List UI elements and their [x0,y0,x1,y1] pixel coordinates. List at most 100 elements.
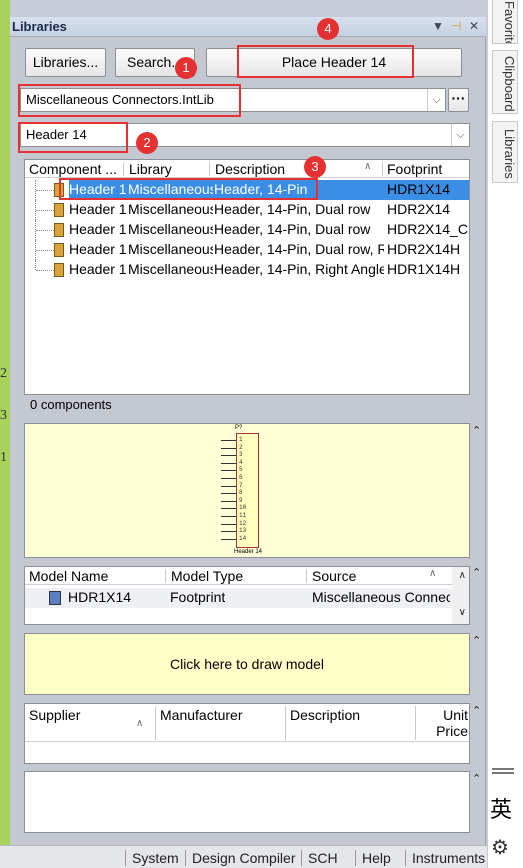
pin-number: 3 [239,451,243,459]
pin-line [221,523,236,525]
cell-description: Header, 14-Pin, Dual row [214,221,371,237]
scroll-down-icon[interactable]: ∨ [459,607,466,618]
pin-line [221,508,236,510]
component-icon [54,203,64,217]
pin-icon[interactable]: ⊣ [451,19,461,33]
cell-model-type: Footprint [170,589,226,605]
chevron-down-icon[interactable]: ⌵ [427,89,445,111]
highlight-filter-input [18,122,128,153]
cell-name: Header 14 [69,221,127,237]
col-source[interactable]: Source [312,568,356,584]
components-header: Component ... Library Description ∧ Foot… [25,160,469,178]
suppliers-table[interactable]: Supplier ∧ Manufacturer Description Unit… [24,703,470,764]
component-count: 0 components [30,397,112,412]
pin-line [221,485,236,487]
cell-footprint: HDR2X14H [387,241,461,257]
cell-model-name: HDR1X14 [68,589,132,605]
tab-clipboard[interactable]: Clipboard [492,50,518,114]
table-row[interactable]: HDR1X14 Footprint Miscellaneous Connecto… [25,588,469,608]
pin-line [221,447,236,449]
pin-number: 5 [239,466,243,474]
status-bar: System Design Compiler SCH Help Instrume… [0,845,487,868]
editor-edge: 2 3 1 [0,0,10,845]
table-row[interactable]: Header 14 Miscellaneous Connectors.IntLi… [25,240,469,260]
collapse-icon[interactable]: ⌃ [472,566,481,579]
scroll-up-icon[interactable]: ∧ [459,570,466,581]
badge-4: 4 [317,18,339,40]
cell-library: Miscellaneous Connectors.IntLib [128,221,213,237]
badge-3: 3 [304,156,326,178]
col-description[interactable]: Description [215,161,285,177]
models-table[interactable]: Model Name Model Type Source ∧ HDR1X14 F… [24,566,470,625]
symbol-preview[interactable]: P? Header 14 1 2 3 4 5 6 7 8 9 10 11 12 13 14 [24,423,470,558]
libraries-button[interactable]: Libraries... [25,48,106,77]
status-tab-instruments[interactable]: Instruments [405,850,485,866]
editor-marker: 1 [0,450,7,465]
collapse-icon[interactable]: ⌃ [472,634,481,647]
pin-line [221,538,236,540]
pin-number: 11 [239,512,247,519]
col-footprint[interactable]: Footprint [387,161,442,177]
table-row[interactable]: Header 14 Miscellaneous Connectors.IntLi… [25,260,469,280]
pin-line [221,531,236,533]
col-library[interactable]: Library [129,161,172,177]
col-model-type[interactable]: Model Type [171,568,243,584]
pin-number: 6 [239,474,243,481]
cell-name: Header 14 [69,241,127,257]
col-model-name[interactable]: Model Name [29,568,108,584]
pin-number: 10 [239,504,247,512]
pin-line [221,470,236,472]
col-component[interactable]: Component ... [29,161,117,177]
pin-line [221,462,236,464]
part-label: Header 14 [234,549,263,555]
draw-model-area[interactable]: Click here to draw model [24,633,470,695]
table-row[interactable]: Header 14 Miscellaneous Connectors.IntLi… [25,220,469,240]
pin-number: 7 [239,481,243,489]
status-tab-sch[interactable]: SCH [301,850,338,866]
status-tab-design-compiler[interactable]: Design Compiler [185,850,295,866]
col-manufacturer[interactable]: Manufacturer [160,707,242,723]
tab-libraries[interactable]: Libraries [492,121,518,183]
pin-line [221,516,236,517]
cell-source: Miscellaneous Connectors.IntLib [312,589,450,605]
pin-number: 8 [239,489,243,497]
grip-icon[interactable] [492,768,514,774]
editor-marker: 3 [0,408,7,423]
status-tab-help[interactable]: Help [355,850,391,866]
chevron-down-icon[interactable]: ⌵ [451,124,469,146]
models-scrollbar[interactable]: ∧ ∨ [452,567,469,624]
highlight-selected-row [59,178,318,200]
panel-menu-icon[interactable]: ▼ [432,19,444,33]
panel-titlebar: Libraries ▼ ⊣ ✕ [10,17,486,37]
col-description[interactable]: Description [290,707,360,723]
pin-number: 2 [239,443,243,451]
cell-library: Miscellaneous Connectors.IntLib [128,201,213,217]
collapse-icon[interactable]: ⌃ [472,772,481,785]
highlight-place-button [237,45,414,78]
more-options-button[interactable]: ··· [448,88,469,112]
panel-title: Libraries [12,19,67,34]
highlight-library-select [18,84,241,117]
col-supplier[interactable]: Supplier [29,707,80,723]
cell-description: Header, 14-Pin, Dual row, Right Angle [214,241,384,257]
pin-number: 12 [239,519,247,527]
cell-footprint: HDR2X14 [387,201,451,217]
pin-number: 13 [239,527,247,535]
close-icon[interactable]: ✕ [469,19,479,33]
ime-indicator[interactable]: 英 [490,792,512,824]
designator: P? [235,425,243,431]
pin-number: 4 [239,458,243,466]
cell-footprint: HDR1X14 [387,181,451,197]
table-row[interactable]: Header 14 Miscellaneous Connectors.IntLi… [25,200,469,220]
pin-line [221,500,236,502]
cell-description: Header, 14-Pin, Right Angle [214,261,384,277]
tab-favorites[interactable]: Favorites [492,0,518,44]
status-tab-system[interactable]: System [125,850,179,866]
collapse-icon[interactable]: ⌃ [472,704,481,717]
col-unit-price[interactable]: Unit Price [434,707,468,739]
cell-description: Header, 14-Pin, Dual row [214,201,371,217]
details-area [24,771,470,833]
pin-number: 9 [239,496,243,504]
gear-icon[interactable]: ⚙ [491,835,509,860]
collapse-icon[interactable]: ⌃ [472,424,481,437]
